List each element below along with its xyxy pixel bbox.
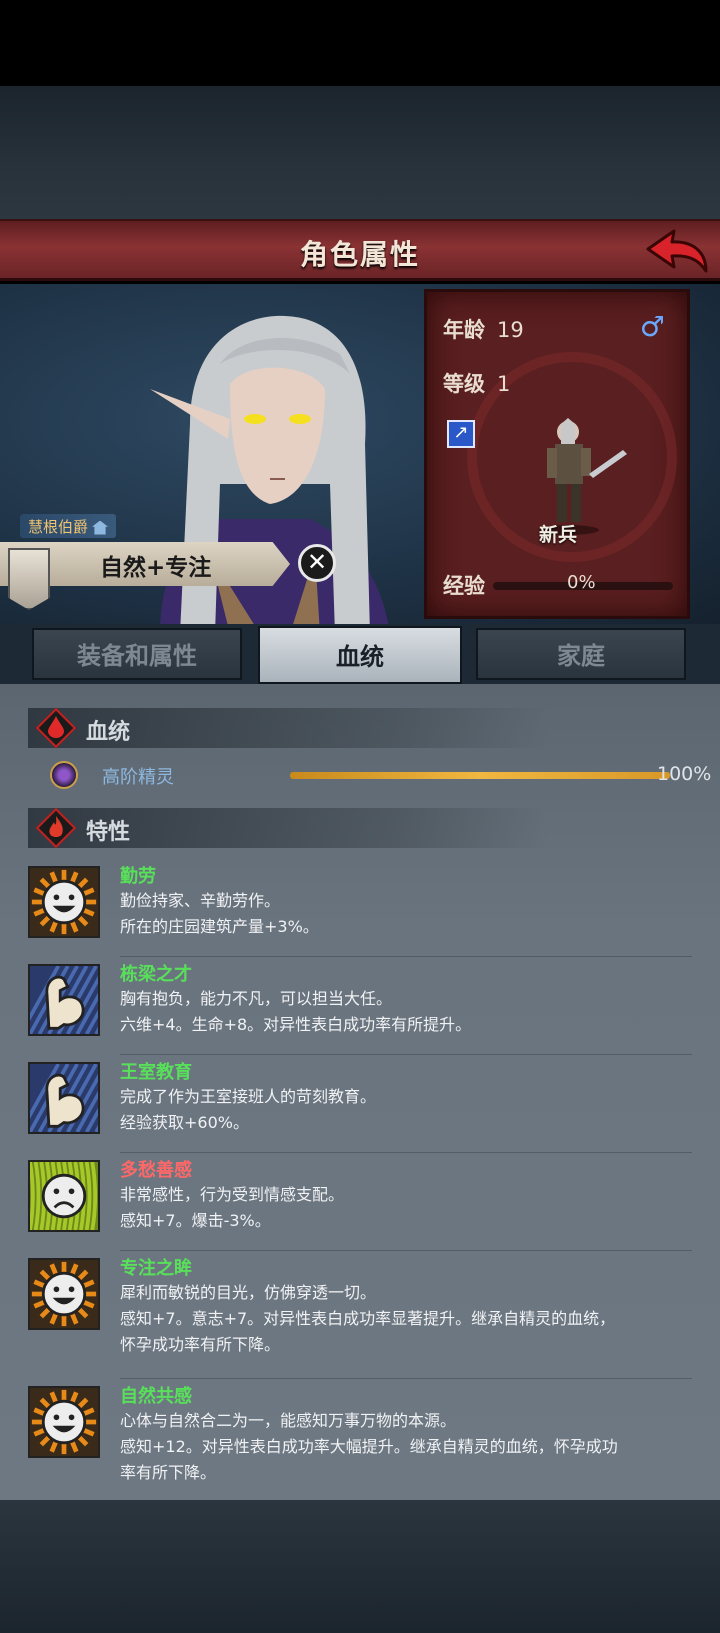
bloodline-bar: [290, 772, 670, 779]
trait-description: 胸有抱负，能力不凡，可以担当大任。六维+4。生命+8。对异性表白成功率有所提升。: [120, 986, 690, 1038]
exp-value: 0%: [567, 572, 596, 593]
focus-banner-text: 自然+专注: [100, 555, 212, 581]
trait-description: 完成了作为王室接班人的苛刻教育。 经验获取+60%。: [120, 1084, 690, 1136]
bloodline-name: 高阶精灵: [102, 767, 174, 788]
sad-face-icon: [28, 1160, 100, 1232]
trait-desc-line: 胸有抱负，能力不凡，可以担当大任。: [120, 989, 393, 1008]
trait-description: 非常感性，行为受到情感支配。 感知+7。爆击-3%。: [120, 1182, 690, 1234]
trait-desc-line: 感知+12。对异性表白成功率大幅提升。继承自精灵的血统，怀孕成功: [120, 1437, 618, 1456]
male-gender-icon: ♂: [639, 310, 665, 343]
trait-description: 勤俭持家、辛勤劳作。所在的庄园建筑产量+3%。: [120, 888, 690, 940]
bloodline-section-header: 血统: [28, 707, 548, 749]
trait-description: 心体与自然合二为一，能感知万事万物的本源。感知+12。对异性表白成功率大幅提升。…: [120, 1408, 690, 1486]
sword-skill-icon[interactable]: ↗: [447, 420, 475, 448]
drop-glyph-icon: [48, 716, 64, 738]
rank-title: 慧根伯爵: [20, 514, 117, 538]
trait-desc-line: 经验获取+60%。: [120, 1113, 249, 1132]
bloodline-percent: 100%: [657, 763, 712, 785]
trait-desc-line: 所在的庄园建筑产量+3%。: [120, 917, 319, 936]
bottom-background: [0, 1500, 720, 1633]
tab-equipment[interactable]: 装备和属性: [32, 628, 242, 680]
trait-desc-line: 感知+7。爆击-3%。: [120, 1211, 271, 1230]
house-icon: [92, 520, 109, 535]
trait-description: 犀利而敏锐的目光，仿佛穿透一切。感知+7。意志+7。对异性表白成功率显著提升。继…: [120, 1280, 690, 1358]
exp-label: 经验: [443, 574, 485, 598]
flame-glyph-icon: [49, 816, 63, 837]
tab-family[interactable]: 家庭: [476, 628, 686, 680]
trait-divider: [120, 1378, 692, 1379]
bloodline-row[interactable]: 高阶精灵 100%: [50, 760, 711, 790]
trait-name: 自然共感: [120, 1386, 192, 1407]
stats-card: 年龄 19 ♂ 等级 1 ↗ 新兵 经验 0%: [424, 289, 690, 619]
trait-desc-line: 六维+4。生命+8。对异性表白成功率有所提升。: [120, 1015, 472, 1034]
happy-face-icon: [28, 866, 100, 938]
trait-name: 多愁善感: [120, 1160, 192, 1181]
trait-name: 栋梁之才: [120, 964, 192, 985]
trait-divider: [120, 1152, 692, 1153]
trait-desc-line: 心体与自然合二为一，能感知万事万物的本源。: [120, 1411, 457, 1430]
happy-face-icon: [28, 1258, 100, 1330]
trait-divider: [120, 1250, 692, 1251]
trait-desc-line: 感知+7。意志+7。对异性表白成功率显著提升。继承自精灵的血统，: [120, 1309, 616, 1328]
close-icon[interactable]: ✕: [298, 544, 336, 582]
trait-desc-line: 完成了作为王室接班人的苛刻教育。: [120, 1087, 377, 1106]
trait-desc-line: 非常感性，行为受到情感支配。: [120, 1185, 345, 1204]
elf-bloodline-icon: [50, 761, 78, 789]
trait-name: 专注之眸: [120, 1258, 192, 1279]
muscle-arm-icon: [18, 1062, 145, 1134]
trait-divider: [120, 1054, 692, 1055]
happy-face-icon: [28, 1386, 100, 1458]
trait-desc-line: 犀利而敏锐的目光，仿佛穿透一切。: [120, 1283, 377, 1302]
trait-name: 勤劳: [120, 866, 156, 887]
unit-name: 新兵: [539, 524, 578, 546]
title-bar: 角色属性: [0, 219, 720, 281]
trait-name: 王室教育: [120, 1062, 192, 1083]
muscle-arm-icon: [18, 964, 145, 1036]
trait-divider: [120, 956, 692, 957]
trait-desc-line: 怀孕成功率有所下降。: [120, 1335, 281, 1354]
heraldry-shield-icon[interactable]: [8, 548, 50, 610]
trait-desc-line: 勤俭持家、辛勤劳作。: [120, 891, 281, 910]
page-title: 角色属性: [299, 238, 420, 271]
trait-desc-line: 率有所下降。: [120, 1463, 217, 1482]
age-row: 年龄 19: [443, 318, 524, 342]
level-row: 等级 1: [443, 372, 511, 396]
tab-bloodline[interactable]: 血统: [258, 626, 462, 684]
traits-section-header: 特性: [28, 807, 548, 849]
top-background: [0, 86, 720, 219]
back-arrow-icon[interactable]: [644, 227, 710, 277]
